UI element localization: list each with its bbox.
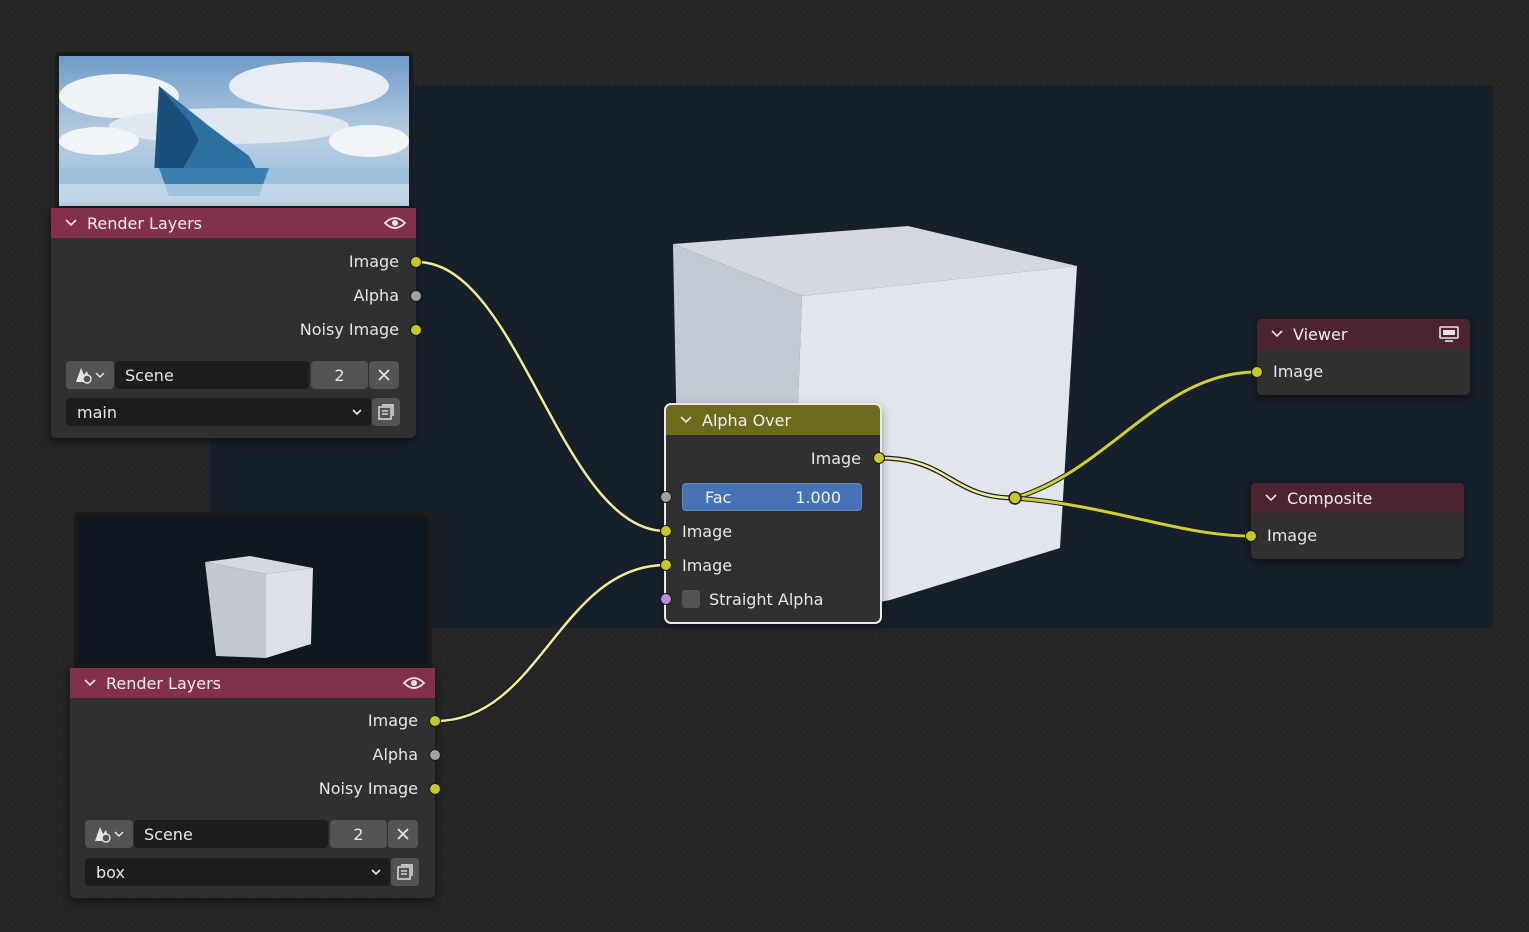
eye-icon[interactable] xyxy=(403,676,425,690)
render-layer-button[interactable] xyxy=(372,398,400,426)
scene-icon xyxy=(76,368,105,384)
scene-users-count[interactable]: 2 xyxy=(311,361,368,389)
chevron-down-icon xyxy=(371,869,381,876)
preview-image-iceberg xyxy=(59,56,409,206)
render-preview-2 xyxy=(74,512,432,668)
chevron-down-icon[interactable] xyxy=(82,675,98,691)
render-layer-icon xyxy=(378,404,394,420)
view-layer-value: main xyxy=(77,402,117,422)
socket-input-image[interactable] xyxy=(1251,366,1263,378)
render-layers-node-1[interactable]: Render Layers Image Alpha Noisy Image Sc… xyxy=(51,208,422,438)
socket-output-noisy-image[interactable] xyxy=(429,783,441,795)
viewer-node[interactable]: Viewer Image xyxy=(1251,319,1470,395)
output-label-noisy-image: Noisy Image xyxy=(318,779,418,798)
scene-name: Scene xyxy=(125,365,174,385)
node-title: Render Layers xyxy=(106,673,221,693)
view-layer-value: box xyxy=(96,862,125,882)
composite-node[interactable]: Composite Image xyxy=(1245,483,1464,559)
input-label-image: Image xyxy=(1267,526,1318,545)
output-label-image: Image xyxy=(367,711,418,730)
output-label-image: Image xyxy=(348,252,399,271)
scene-browse-button[interactable] xyxy=(66,361,114,389)
fac-value: 1.000 xyxy=(795,487,841,507)
socket-input-image[interactable] xyxy=(1245,530,1257,542)
socket-input-straight-alpha[interactable] xyxy=(660,593,672,605)
chevron-down-icon xyxy=(352,409,362,416)
input-label-image-1: Image xyxy=(682,522,733,541)
output-label-image: Image xyxy=(810,449,861,468)
scene-name: Scene xyxy=(144,824,193,844)
node-header[interactable]: Render Layers xyxy=(70,668,435,698)
chevron-down-icon[interactable] xyxy=(1269,326,1285,342)
close-icon xyxy=(397,828,409,840)
fac-label: Fac xyxy=(705,487,732,507)
chevron-down-icon[interactable] xyxy=(63,215,79,231)
socket-output-image[interactable] xyxy=(410,256,422,268)
straight-alpha-checkbox[interactable] xyxy=(682,590,700,608)
node-header[interactable]: Viewer xyxy=(1257,319,1470,349)
socket-output-image[interactable] xyxy=(429,715,441,727)
scene-name-field[interactable]: Scene xyxy=(134,820,328,848)
node-title: Alpha Over xyxy=(702,410,792,430)
node-header[interactable]: Composite xyxy=(1251,483,1464,513)
output-label-noisy-image: Noisy Image xyxy=(299,320,399,339)
render-layer-icon xyxy=(397,864,413,880)
scene-name-field[interactable]: Scene xyxy=(115,361,309,389)
node-header[interactable]: Render Layers xyxy=(51,208,416,238)
input-label-image: Image xyxy=(1273,362,1324,381)
node-title: Viewer xyxy=(1293,324,1348,344)
socket-output-alpha[interactable] xyxy=(429,749,441,761)
output-label-alpha: Alpha xyxy=(353,286,400,305)
input-label-image-2: Image xyxy=(682,556,733,575)
socket-input-image-1[interactable] xyxy=(660,525,672,537)
socket-output-alpha[interactable] xyxy=(410,290,422,302)
view-layer-select[interactable]: main xyxy=(66,398,371,426)
render-preview-1 xyxy=(55,52,413,210)
scene-icon xyxy=(95,827,124,843)
scene-users-count[interactable]: 2 xyxy=(330,820,387,848)
node-header[interactable]: Alpha Over xyxy=(666,405,880,435)
socket-input-fac[interactable] xyxy=(660,491,672,503)
monitor-icon[interactable] xyxy=(1438,325,1460,343)
users-count-label: 2 xyxy=(334,365,345,385)
output-label-alpha: Alpha xyxy=(372,745,419,764)
close-icon xyxy=(378,369,390,381)
unlink-scene-button[interactable] xyxy=(369,361,399,389)
socket-input-image-2[interactable] xyxy=(660,559,672,571)
users-count-label: 2 xyxy=(353,824,364,844)
fac-slider[interactable]: Fac 1.000 xyxy=(682,483,862,511)
chevron-down-icon[interactable] xyxy=(1263,490,1279,506)
eye-icon[interactable] xyxy=(384,216,406,230)
view-layer-select[interactable]: box xyxy=(85,858,390,886)
node-title: Composite xyxy=(1287,488,1373,508)
alpha-over-node[interactable]: Alpha Over Image Fac 1.000 Image Image S… xyxy=(660,403,885,624)
node-title: Render Layers xyxy=(87,213,202,233)
socket-output-noisy-image[interactable] xyxy=(410,324,422,336)
preview-image-cube xyxy=(78,516,428,664)
socket-output-image[interactable] xyxy=(873,452,885,464)
scene-browse-button[interactable] xyxy=(85,820,133,848)
unlink-scene-button[interactable] xyxy=(388,820,418,848)
straight-alpha-label: Straight Alpha xyxy=(709,590,824,609)
chevron-down-icon[interactable] xyxy=(678,412,694,428)
render-layers-node-2[interactable]: Render Layers Image Alpha Noisy Image Sc… xyxy=(70,668,441,898)
render-layer-button[interactable] xyxy=(391,858,419,886)
